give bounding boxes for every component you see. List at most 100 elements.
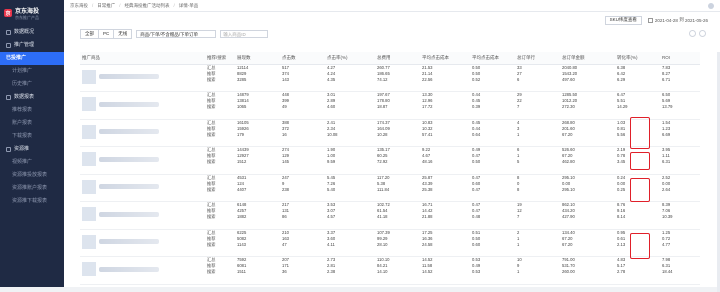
product-cell[interactable] xyxy=(80,256,205,285)
cell-value: 2.38 xyxy=(327,269,336,274)
column-header[interactable]: 展现数 xyxy=(235,52,280,65)
value-cell: 1.90 1.00 9.59 xyxy=(325,146,375,175)
sidebar-item[interactable]: 账户报表 xyxy=(0,117,64,130)
sidebar-item-label: 资源推 xyxy=(14,146,30,152)
cell-value: 238 xyxy=(282,186,289,192)
value-cell: 16.71 14.42 21.88 xyxy=(420,201,470,230)
column-header[interactable]: 转化率(%) xyxy=(615,52,660,65)
cell-value: 2.64 xyxy=(662,186,671,192)
table-row: 汇总 推荐 搜索 14439 12927 1512 274 129 145 1.90 1.00 9.5… xyxy=(80,146,700,175)
value-cell: 14439 12927 1512 xyxy=(235,146,280,175)
sidebar-nav: 数据概况推广管理已投推广 计划推广历史推广数据报表 推荐报表 账户报表下载报表资源推视… xyxy=(0,26,64,208)
sidebar-item[interactable]: 数据概况 xyxy=(0,26,64,39)
sku-view-button[interactable]: SKU纬度查看 xyxy=(604,15,642,25)
product-name-redacted xyxy=(99,156,159,162)
sidebar-item[interactable]: 资源推账户报表 xyxy=(0,182,64,195)
value-cell: 1285.50 1012.20 272.30 xyxy=(560,91,615,120)
order-type-select[interactable]: 商品/下单/不含赠品/下单订单 xyxy=(136,30,217,38)
cell-value: 16 xyxy=(282,131,287,137)
value-cell: 260.77 186.65 74.12 xyxy=(375,64,420,92)
highlight-box xyxy=(630,233,650,259)
cell-value: 0.52 xyxy=(472,76,481,82)
product-cell[interactable] xyxy=(80,201,205,230)
product-cell[interactable] xyxy=(80,119,205,147)
product-cell[interactable] xyxy=(80,229,205,257)
cell-value: 7 xyxy=(517,214,520,219)
value-cell: 6225 5082 1143 xyxy=(235,229,280,257)
column-header[interactable]: 点击率(%) xyxy=(325,52,375,65)
product-cell[interactable] xyxy=(80,91,205,120)
sidebar-item[interactable]: 视频推广 xyxy=(0,156,64,169)
sidebar-item-label: 资源推投放报表 xyxy=(12,172,48,178)
sidebar-item[interactable]: 计划推广 xyxy=(0,65,64,78)
sidebar-item-label: 下载报表 xyxy=(12,133,33,139)
column-header[interactable]: 平均点击成本 xyxy=(420,52,470,65)
column-header[interactable]: 平均点击成本 xyxy=(470,52,515,65)
sidebar-item[interactable]: 数据报表 xyxy=(0,91,64,104)
app-logo[interactable]: 京 京东海投 京东推广产品 xyxy=(0,0,64,26)
value-cell: 7.98 6.31 18.44 xyxy=(660,256,700,285)
value-cell: 6.47 5.51 14.29 xyxy=(615,91,660,120)
product-id-input[interactable]: 输入商品ID xyxy=(220,30,269,38)
cell-value: 41.18 xyxy=(377,214,388,219)
value-cell: 526.60 67.20 462.80 xyxy=(560,146,615,175)
column-header[interactable]: 总订单行 xyxy=(515,52,560,65)
value-cell: 0.49 0.47 0.50 xyxy=(470,146,515,175)
sidebar-item[interactable]: 历史推广 xyxy=(0,78,64,91)
sidebar-item[interactable]: 推荐报表 xyxy=(0,104,64,117)
segment-wireless[interactable]: 无线 xyxy=(114,30,131,38)
sidebar-item[interactable]: 资源推投放报表 xyxy=(0,169,64,182)
sidebar-item[interactable]: 下载报表 xyxy=(0,130,64,143)
sidebar-item-label: 历史推广 xyxy=(12,81,33,87)
column-header[interactable]: 推荐/搜索 xyxy=(205,52,235,65)
cell-value: 3285 xyxy=(237,76,247,82)
value-cell: 21.53 21.14 22.56 xyxy=(420,64,470,92)
column-header[interactable]: 总费用 xyxy=(375,52,420,65)
column-header[interactable]: 推广商品 xyxy=(80,52,205,65)
segment-pc[interactable]: PC xyxy=(99,30,115,38)
cell-value: 4.60 xyxy=(327,104,336,109)
settings-icon[interactable] xyxy=(689,30,696,37)
breadcrumb: 京东海投 / 日常推广 / 经典海投推广活动列表 / 详情-单品 xyxy=(64,0,720,12)
value-cell: 388 372 16 xyxy=(280,119,325,147)
cell-value: 179 xyxy=(237,131,244,137)
sidebar-item[interactable]: 资源推 xyxy=(0,143,64,156)
value-cell: 0.44 0.45 0.39 xyxy=(470,91,515,120)
download-icon[interactable] xyxy=(699,30,706,37)
sidebar-item[interactable]: 已投推广 xyxy=(0,52,64,65)
breadcrumb-item[interactable]: 经典海投推广活动列表 xyxy=(125,3,170,9)
sidebar-item[interactable]: 推广管理 xyxy=(0,39,64,52)
date-range-picker[interactable]: 2021-04-28 到 2021-05-26 xyxy=(647,17,708,23)
product-cell[interactable] xyxy=(80,64,205,92)
user-avatar[interactable] xyxy=(708,3,714,9)
value-cell: 117.20 5.38 111.84 xyxy=(375,174,420,202)
cell-value: 1882 xyxy=(237,214,247,219)
product-cell[interactable] xyxy=(80,174,205,202)
cell-value: 14.10 xyxy=(377,269,388,274)
value-cell: 13.30 12.96 17.72 xyxy=(420,91,470,120)
sku-view-label: SKU纬度查看 xyxy=(609,17,637,22)
sidebar-item-label: 资源推下载报表 xyxy=(12,198,48,204)
cell-value: 497.60 xyxy=(562,76,575,82)
cell-value: 24.58 xyxy=(422,241,433,247)
column-header[interactable]: ROI xyxy=(660,52,700,65)
cell-value: 0.60 xyxy=(472,241,481,247)
breadcrumb-item[interactable]: 日常推广 xyxy=(97,3,115,9)
product-cell[interactable] xyxy=(80,146,205,175)
cell-value: 4.35 xyxy=(327,76,336,82)
platform-segment: 全部 PC 无线 xyxy=(80,29,133,39)
sidebar-item[interactable]: 资源推下载报表 xyxy=(0,195,64,208)
segment-all[interactable]: 全部 xyxy=(81,30,99,38)
breadcrumb-item[interactable]: 京东海投 xyxy=(70,3,88,9)
column-header[interactable]: 总订单金额 xyxy=(560,52,615,65)
value-cell: 210 163 47 xyxy=(280,229,325,257)
value-cell: 12114 8829 3285 xyxy=(235,64,280,92)
cell-value: 86 xyxy=(282,214,287,219)
cell-value: 1065 xyxy=(237,104,247,109)
product-thumbnail xyxy=(82,262,96,276)
column-header[interactable]: 点击数 xyxy=(280,52,325,65)
table-row: 汇总 推荐 搜索 16105 15926 179 388 372 16 2.41 2.34 10.08… xyxy=(80,119,700,147)
value-cell: 110.10 84.21 14.10 xyxy=(375,256,420,285)
sidebar-item-label: 推广管理 xyxy=(14,42,35,48)
value-cell: 791.00 531.70 260.00 xyxy=(560,256,615,285)
